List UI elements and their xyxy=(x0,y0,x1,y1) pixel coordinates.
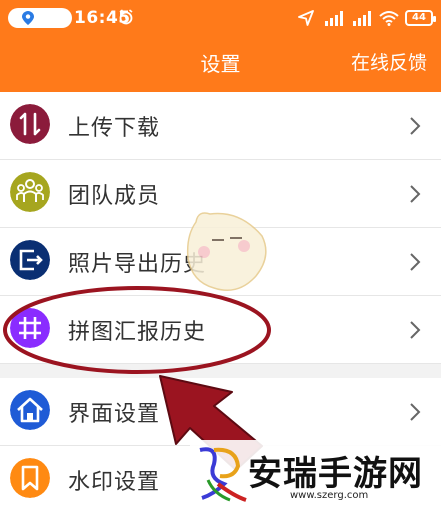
online-feedback-button[interactable]: 在线反馈 xyxy=(351,48,427,75)
list-item-grid-report-history[interactable]: 拼图汇报历史 xyxy=(0,296,441,364)
battery-indicator: 44 xyxy=(405,10,436,26)
location-pin-icon xyxy=(22,11,34,25)
list-item-team-members[interactable]: 团队成员 xyxy=(0,160,441,228)
list-item-label: 团队成员 xyxy=(68,184,161,209)
chevron-right-icon xyxy=(410,403,421,421)
list-item-interface-settings[interactable]: 界面设置 xyxy=(0,378,441,446)
team-members-icon xyxy=(10,172,50,212)
status-bar: 16:45 44 xyxy=(0,0,441,36)
home-layout-icon xyxy=(10,390,50,430)
list-item-label: 上传下载 xyxy=(68,116,161,141)
watermark-site-name: 安瑞手游网 xyxy=(248,454,423,494)
chevron-right-icon xyxy=(410,253,421,271)
watermark-logo-icon xyxy=(199,447,247,502)
photo-export-icon xyxy=(10,240,50,280)
wifi-icon xyxy=(379,11,399,26)
grid-report-icon xyxy=(10,308,50,348)
list-item-label: 水印设置 xyxy=(68,470,161,495)
list-item-photo-export-history[interactable]: 照片导出历史 xyxy=(0,228,441,296)
chevron-right-icon xyxy=(410,321,421,339)
site-watermark: 安瑞手游网 www.szerg.com xyxy=(190,440,441,507)
app-header: 16:45 44 设置 在线反馈 xyxy=(0,0,441,92)
location-pill xyxy=(8,8,72,28)
alarm-icon xyxy=(119,9,133,25)
bookmark-icon xyxy=(10,458,50,498)
list-item-label: 拼图汇报历史 xyxy=(68,320,207,345)
signal-strength-icon-2 xyxy=(353,11,371,26)
upload-download-icon xyxy=(10,104,50,144)
list-item-label: 照片导出历史 xyxy=(68,252,207,277)
signal-strength-icon xyxy=(325,11,343,26)
list-item-upload-download[interactable]: 上传下载 xyxy=(0,92,441,160)
chevron-right-icon xyxy=(410,185,421,203)
watermark-url: www.szerg.com xyxy=(290,490,369,501)
chevron-right-icon xyxy=(410,117,421,135)
navigation-icon xyxy=(298,10,314,26)
list-item-label: 界面设置 xyxy=(68,402,161,427)
